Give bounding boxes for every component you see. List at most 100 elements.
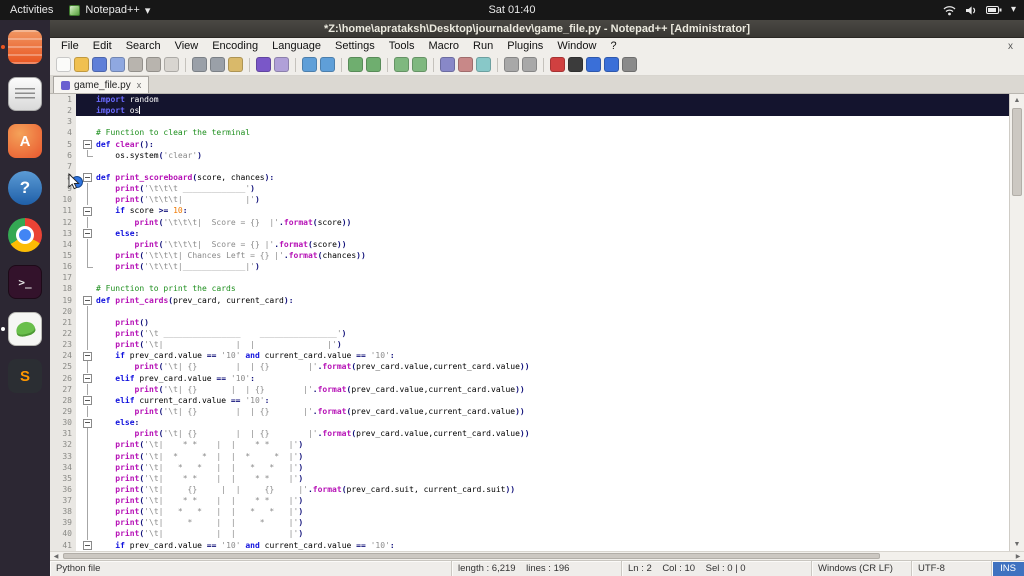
code-text[interactable]: print('\t\t\t| Score = {} |'.format(scor… [94, 239, 1009, 250]
code-line-1[interactable]: 1import random [50, 94, 1009, 105]
horizontal-scroll-thumb[interactable] [63, 553, 880, 559]
scroll-right-icon[interactable]: ▶ [1012, 552, 1024, 560]
code-line-24[interactable]: 24 if prev_card.value == '10' and curren… [50, 350, 1009, 361]
vertical-scroll-thumb[interactable] [1012, 108, 1022, 196]
code-text[interactable]: print('\t\t\t| Chances Left = {} |'.form… [94, 250, 1009, 261]
copy-icon[interactable] [210, 57, 225, 72]
code-line-18[interactable]: 18# Function to print the cards [50, 283, 1009, 294]
menu-macro[interactable]: Macro [421, 40, 466, 52]
code-text[interactable]: print('\t| | | |') [94, 528, 1009, 539]
close-all-icon[interactable] [146, 57, 161, 72]
find-icon[interactable] [302, 57, 317, 72]
code-text[interactable]: print('\t| {} | | {} |'.format(prev_card… [94, 384, 1009, 395]
fold-margin[interactable] [81, 228, 94, 239]
code-text[interactable]: print('\t| * * | | * * |') [94, 506, 1009, 517]
fold-margin[interactable] [81, 205, 94, 216]
horizontal-scrollbar[interactable]: ◀ ▶ [50, 551, 1024, 560]
fold-collapse-icon[interactable] [83, 396, 92, 405]
zoom-out-icon[interactable] [366, 57, 381, 72]
code-text[interactable]: # Function to clear the terminal [94, 127, 1009, 138]
fold-margin[interactable] [81, 495, 94, 506]
help-icon[interactable]: ? [7, 170, 43, 206]
code-line-20[interactable]: 20 [50, 306, 1009, 317]
code-text[interactable]: print('\t| * * | | * * |') [94, 495, 1009, 506]
code-text[interactable]: # Function to print the cards [94, 283, 1009, 294]
menu-file[interactable]: File [54, 40, 86, 52]
code-line-35[interactable]: 35 print('\t| * * | | * * |') [50, 473, 1009, 484]
fold-margin[interactable] [81, 127, 94, 138]
fold-margin[interactable] [81, 439, 94, 450]
code-text[interactable]: else: [94, 417, 1009, 428]
scroll-down-icon[interactable]: ▼ [1010, 538, 1024, 551]
fold-margin[interactable] [81, 417, 94, 428]
print-icon[interactable] [164, 57, 179, 72]
code-line-15[interactable]: 15 print('\t\t\t| Chances Left = {} |'.f… [50, 250, 1009, 261]
status-insert-mode[interactable]: INS [992, 561, 1024, 576]
code-text[interactable]: print('\t| {} | | {} |'.format(prev_card… [94, 484, 1009, 495]
fold-collapse-icon[interactable] [83, 207, 92, 216]
chrome-icon[interactable] [7, 217, 43, 253]
fold-margin[interactable] [81, 473, 94, 484]
notepadpp-icon[interactable] [7, 311, 43, 347]
code-line-22[interactable]: 22 print('\t ________________ __________… [50, 328, 1009, 339]
fold-margin[interactable] [81, 150, 94, 161]
code-line-29[interactable]: 29 print('\t| {} | | {} |'.format(prev_c… [50, 406, 1009, 417]
code-text[interactable]: else: [94, 228, 1009, 239]
code-text[interactable]: def print_scoreboard(score, chances): [94, 172, 1009, 183]
code-line-30[interactable]: 30 else: [50, 417, 1009, 428]
fold-margin[interactable] [81, 317, 94, 328]
fold-margin[interactable] [81, 462, 94, 473]
save-icon[interactable] [92, 57, 107, 72]
code-line-21[interactable]: 21 print() [50, 317, 1009, 328]
code-text[interactable] [94, 306, 1009, 317]
save-all-icon[interactable] [110, 57, 125, 72]
replace-icon[interactable] [320, 57, 335, 72]
fold-collapse-icon[interactable] [83, 229, 92, 238]
code-line-11[interactable]: 11 if score >= 10: [50, 205, 1009, 216]
vertical-scrollbar[interactable]: ▲ ▼ [1009, 94, 1024, 551]
clock[interactable]: Sat 01:40 [488, 0, 535, 20]
fold-margin[interactable] [81, 261, 94, 272]
code-text[interactable]: print('\t| * * | | * * |') [94, 439, 1009, 450]
code-text[interactable]: print('\t\t\t| |') [94, 194, 1009, 205]
code-line-4[interactable]: 4# Function to clear the terminal [50, 127, 1009, 138]
record-macro-icon[interactable] [550, 57, 565, 72]
menu-run[interactable]: Run [466, 40, 500, 52]
code-text[interactable] [94, 161, 1009, 172]
fold-margin[interactable] [81, 350, 94, 361]
code-text[interactable]: print('\t| * * | | * * |') [94, 473, 1009, 484]
code-line-9[interactable]: 9 print('\t\t\t _____________') [50, 183, 1009, 194]
code-line-23[interactable]: 23 print('\t| | | |') [50, 339, 1009, 350]
code-line-16[interactable]: 16 print('\t\t\t|_____________|') [50, 261, 1009, 272]
show-all-characters-icon[interactable] [458, 57, 473, 72]
code-text[interactable]: print() [94, 317, 1009, 328]
code-line-8[interactable]: 8def print_scoreboard(score, chances): [50, 172, 1009, 183]
save-macro-icon[interactable] [622, 57, 637, 72]
code-line-36[interactable]: 36 print('\t| {} | | {} |'.format(prev_c… [50, 484, 1009, 495]
fold-collapse-icon[interactable] [83, 374, 92, 383]
cut-icon[interactable] [192, 57, 207, 72]
code-text[interactable]: print('\t| {} | | {} |'.format(prev_card… [94, 361, 1009, 372]
fold-margin[interactable] [81, 194, 94, 205]
code-line-2[interactable]: 2import os [50, 105, 1009, 116]
app-menu[interactable]: Notepad++ ▾ [69, 4, 150, 17]
scroll-left-icon[interactable]: ◀ [50, 552, 62, 560]
function-list-icon[interactable] [504, 57, 519, 72]
editor[interactable]: 1import random2import os34# Function to … [50, 94, 1009, 551]
word-wrap-icon[interactable] [440, 57, 455, 72]
fold-margin[interactable] [81, 528, 94, 539]
menu-window[interactable]: Window [550, 40, 603, 52]
code-line-10[interactable]: 10 print('\t\t\t| |') [50, 194, 1009, 205]
fold-margin[interactable] [81, 395, 94, 406]
fold-margin[interactable] [81, 339, 94, 350]
code-text[interactable]: print('\t| * * | | * * |') [94, 451, 1009, 462]
code-text[interactable]: print('\t| {} | | {} |'.format(prev_card… [94, 406, 1009, 417]
code-line-41[interactable]: 41 if prev_card.value == '10' and curren… [50, 540, 1009, 551]
code-text[interactable]: import random [94, 94, 1009, 105]
new-file-icon[interactable] [56, 57, 71, 72]
fold-margin[interactable] [81, 217, 94, 228]
fold-margin[interactable] [81, 272, 94, 283]
fold-margin[interactable] [81, 306, 94, 317]
code-line-26[interactable]: 26 elif prev_card.value == '10': [50, 373, 1009, 384]
menu-encoding[interactable]: Encoding [205, 40, 265, 52]
